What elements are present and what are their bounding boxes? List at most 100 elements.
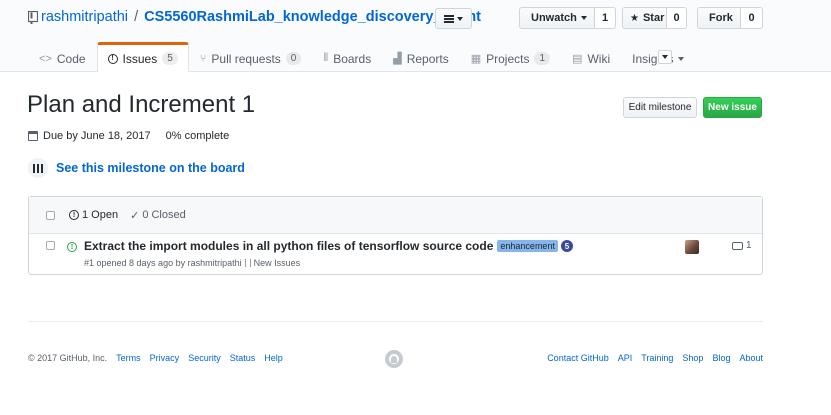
footer-link-blog[interactable]: Blog — [712, 353, 730, 363]
issue-title-row: Extract the import modules in all python… — [84, 239, 573, 253]
milestone-due-date: Due by June 18, 2017 — [43, 130, 151, 142]
star-label: Star — [642, 12, 665, 24]
comment-count: 1 — [746, 240, 752, 251]
footer-link-training[interactable]: Training — [641, 353, 673, 363]
footer-left: © 2017 GitHub, Inc. Terms Privacy Securi… — [28, 353, 283, 363]
open-issues-filter[interactable]: ! 1 Open — [69, 209, 118, 221]
chevron-down-icon — [580, 16, 587, 20]
repo-owner-link[interactable]: rashmitripathi — [41, 9, 128, 25]
tab-issues[interactable]: ! Issues 5 — [96, 42, 189, 73]
unwatch-group: Unwatch 1 — [519, 7, 616, 29]
footer-divider — [28, 321, 763, 322]
footer-copyright: © 2017 GitHub, Inc. — [28, 353, 108, 363]
tab-boards[interactable]: ⦀ Boards — [312, 42, 382, 73]
repo-separator: / — [134, 9, 139, 25]
issue-milestone-link[interactable]: New Issues — [254, 258, 301, 268]
repo-title: rashmitripathi / CS5560RashmiLab_knowled… — [41, 9, 481, 25]
footer-link-about[interactable]: About — [739, 353, 763, 363]
boards-icon — [28, 158, 48, 178]
new-issue-button[interactable]: New issue — [703, 97, 762, 118]
repo-header: rashmitripathi / CS5560RashmiLab_knowled… — [0, 0, 831, 73]
tab-label: Code — [56, 51, 86, 66]
fork-button[interactable]: Fork — [697, 7, 741, 29]
issues-list: ! 1 Open ✓ 0 Closed ! Extract the import… — [28, 196, 763, 275]
tab-reports[interactable]: ▟ Reports — [382, 42, 460, 73]
footer-link-shop[interactable]: Shop — [682, 353, 703, 363]
chevron-down-icon — [678, 56, 685, 61]
repo-name-link[interactable]: CS5560RashmiLab_knowledge_discovery_mgmt — [144, 9, 481, 25]
footer-link-contact[interactable]: Contact GitHub — [547, 353, 609, 363]
issue-opened-icon: ! — [67, 242, 77, 252]
milestone-meta: Due by June 18, 2017 0% complete — [28, 130, 229, 142]
star-button[interactable]: ★ Star — [622, 7, 667, 29]
repo-icon — [28, 11, 38, 24]
github-logo-icon[interactable] — [385, 350, 403, 368]
issue-title-link[interactable]: Extract the import modules in all python… — [84, 239, 493, 253]
tab-label: Issues — [122, 51, 158, 66]
footer-link-status[interactable]: Status — [230, 353, 256, 363]
issue-checkbox[interactable] — [46, 241, 55, 250]
footer-link-terms[interactable]: Terms — [116, 353, 141, 363]
tab-projects[interactable]: ▦ Projects 1 — [460, 42, 561, 73]
issue-icon: ! — [107, 53, 118, 64]
reports-icon: ▟ — [393, 53, 402, 65]
tab-label: Wiki — [587, 51, 611, 66]
fork-group: Fork 0 — [697, 7, 763, 29]
assignee-avatar[interactable] — [685, 240, 699, 254]
issue-opened-info: #1 opened 8 days ago by rashmitripathi — [84, 258, 242, 268]
issue-comments-link[interactable]: 1 — [732, 240, 752, 251]
edit-milestone-button[interactable]: Edit milestone — [623, 97, 697, 118]
issue-opened-icon: ! — [69, 210, 79, 220]
calendar-icon — [28, 131, 38, 141]
footer-link-security[interactable]: Security — [188, 353, 221, 363]
pull-request-icon: ⑂ — [199, 52, 207, 65]
footer-link-privacy[interactable]: Privacy — [150, 353, 180, 363]
list-icon — [444, 14, 454, 23]
issue-badge: 5 — [560, 240, 573, 252]
tab-label: Boards — [333, 51, 372, 66]
issue-meta: #1 opened 8 days ago by rashmitripathi N… — [84, 258, 300, 268]
forks-count[interactable]: 0 — [741, 7, 763, 29]
project-icon: ▦ — [470, 53, 482, 65]
boards-icon: ⦀ — [323, 52, 329, 64]
tab-label: Pull requests — [211, 51, 281, 66]
unwatch-button[interactable]: Unwatch — [519, 7, 595, 29]
wiki-icon: ▤ — [572, 53, 583, 65]
closed-issues-filter[interactable]: ✓ 0 Closed — [130, 209, 186, 222]
tab-counter: 1 — [534, 52, 551, 65]
open-count: 1 Open — [82, 209, 119, 221]
chevron-down-icon — [457, 16, 463, 21]
code-icon: <> — [39, 52, 52, 65]
board-link-text: See this milestone on the board — [56, 161, 245, 175]
chevron-down-icon — [662, 55, 668, 59]
tab-counter: 5 — [162, 52, 178, 65]
issue-row: ! Extract the import modules in all pyth… — [29, 234, 762, 275]
footer-link-api[interactable]: API — [618, 353, 633, 363]
fork-label: Fork — [709, 12, 733, 24]
milestone-title: Plan and Increment 1 — [27, 91, 256, 118]
star-icon: ★ — [630, 12, 639, 24]
more-tabs-dropdown[interactable] — [658, 50, 672, 64]
closed-count: 0 Closed — [142, 209, 186, 221]
unwatch-label: Unwatch — [531, 12, 577, 24]
select-all-checkbox[interactable] — [46, 210, 55, 220]
tab-label: Reports — [406, 51, 449, 66]
stargazers-count[interactable]: 0 — [667, 7, 687, 29]
issues-list-header: ! 1 Open ✓ 0 Closed — [29, 197, 762, 234]
repo-nav-tabs: <> Code ! Issues 5 ⑂ Pull requests 0 ⦀ B… — [28, 42, 695, 73]
milestone-board-link[interactable]: See this milestone on the board — [28, 158, 245, 178]
repo-list-dropdown-button[interactable] — [435, 8, 472, 29]
star-group: ★ Star 0 — [622, 7, 687, 29]
tab-label: Projects — [486, 51, 530, 66]
footer-right: Contact GitHub API Training Shop Blog Ab… — [547, 353, 763, 363]
milestone-icon — [244, 259, 251, 267]
tab-wiki[interactable]: ▤ Wiki — [561, 42, 621, 73]
tab-pull-requests[interactable]: ⑂ Pull requests 0 — [189, 42, 313, 73]
watchers-count[interactable]: 1 — [595, 7, 616, 29]
footer-link-help[interactable]: Help — [264, 353, 283, 363]
issue-label-enhancement[interactable]: enhancement — [497, 240, 558, 252]
tab-code[interactable]: <> Code — [28, 42, 97, 73]
tab-counter: 0 — [285, 52, 302, 65]
comment-icon — [732, 241, 743, 250]
milestone-progress: 0% complete — [165, 130, 230, 142]
